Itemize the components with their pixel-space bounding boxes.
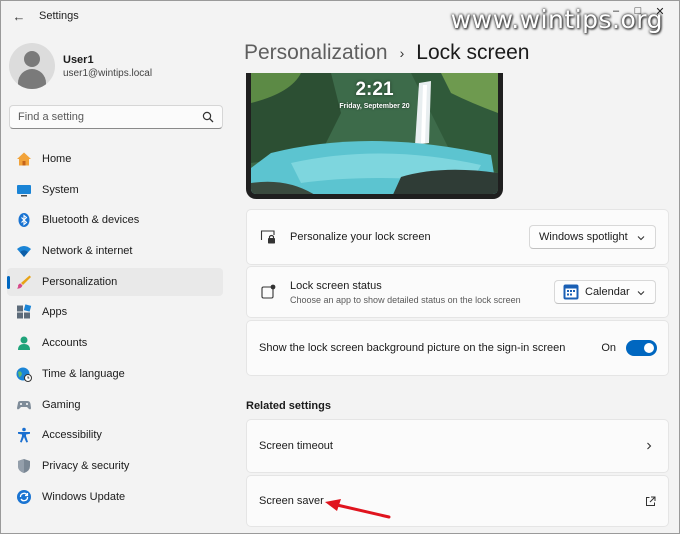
lock-screen-status-card: Lock screen status Choose an app to show… [246,266,669,318]
chevron-down-icon [637,291,645,296]
signin-background-card: Show the lock screen background picture … [246,320,669,376]
toggle-knob [644,343,654,353]
screen-saver-row[interactable]: Screen saver [246,475,669,527]
status-dropdown[interactable]: Calendar [554,280,656,304]
accessibility-icon [16,427,32,443]
page-title: Lock screen [416,41,530,64]
title-bar: ← Settings www.wintips.org – □ ✕ [1,1,679,34]
sidebar-item-apps[interactable]: Apps [7,298,223,326]
back-arrow-icon: ← [12,8,26,24]
accounts-icon [16,335,32,351]
signin-background-toggle[interactable] [626,340,657,356]
chevron-right-icon [647,442,652,450]
breadcrumb-parent[interactable]: Personalization [244,41,388,65]
personalize-lock-screen-card: Personalize your lock screen Windows spo… [246,209,669,265]
related-settings-heading: Related settings [246,400,331,412]
sidebar-item-accessibility[interactable]: Accessibility [7,421,223,449]
apps-icon [16,304,32,320]
breadcrumb: Personalization › Lock screen [244,41,530,65]
sidebar-item-personalization[interactable]: Personalization [7,267,223,296]
screen-saver-label: Screen saver [259,495,324,507]
minimize-button[interactable]: – [605,3,627,19]
app-title: Settings [39,10,79,22]
sidebar-item-label: Gaming [42,398,81,411]
annotation-arrow [325,499,391,519]
sidebar-item-system[interactable]: System [7,176,223,204]
brush-icon [16,274,32,290]
screen-timeout-row[interactable]: Screen timeout [246,419,669,473]
sidebar-item-label: Accessibility [42,429,102,442]
personalize-dropdown[interactable]: Windows spotlight [529,225,656,249]
globe-clock-icon [16,366,32,382]
sidebar-item-privacy-security[interactable]: Privacy & security [7,452,223,480]
back-button[interactable]: ← [5,2,33,30]
search-icon [202,111,214,123]
system-icon [16,182,32,198]
sidebar-item-label: Personalization [42,275,118,288]
lock-monitor-icon [260,229,276,245]
user-name: User1 [63,53,94,66]
signin-background-title: Show the lock screen background picture … [259,342,566,354]
sidebar-item-label: Bluetooth & devices [42,214,140,227]
window-controls: – □ ✕ [605,3,671,19]
chevron-down-icon [637,236,645,241]
update-icon [16,489,32,505]
search-box[interactable] [9,105,223,129]
search-input[interactable] [18,111,198,123]
personalize-title: Personalize your lock screen [290,231,431,243]
home-icon [16,151,32,167]
status-title: Lock screen status [290,279,382,292]
toggle-state-label: On [601,342,616,354]
sidebar-item-accounts[interactable]: Accounts [7,329,223,357]
sidebar-item-windows-update[interactable]: Windows Update [7,483,223,511]
sidebar-item-label: System [42,183,79,196]
breadcrumb-separator: › [399,45,405,61]
status-description: Choose an app to show detailed status on… [290,294,521,305]
avatar [9,43,55,89]
gamepad-icon [16,397,32,413]
status-icon [260,284,276,300]
sidebar-item-label: Network & internet [42,245,133,258]
personalize-dropdown-value: Windows spotlight [539,231,628,243]
sidebar-item-bluetooth[interactable]: Bluetooth & devices [7,206,223,234]
sidebar-item-gaming[interactable]: Gaming [7,391,223,419]
lock-screen-preview: 2:21 Friday, September 20 [246,73,503,199]
wifi-icon [16,243,32,259]
sidebar: User1 user1@wintips.local Home System Bl… [1,31,231,533]
calendar-icon [563,284,579,300]
sidebar-item-label: Accounts [42,337,88,350]
sidebar-item-time-language[interactable]: Time & language [7,360,223,388]
sidebar-nav: Home System Bluetooth & devices Network … [7,145,223,513]
bluetooth-icon [16,212,32,228]
sidebar-item-label: Time & language [42,367,125,380]
maximize-button[interactable]: □ [627,3,649,19]
sidebar-item-label: Windows Update [42,490,126,503]
user-email: user1@wintips.local [63,67,153,79]
sidebar-item-label: Apps [42,306,68,319]
preview-date: Friday, September 20 [339,103,410,110]
close-button[interactable]: ✕ [649,3,671,19]
screen-timeout-label: Screen timeout [259,440,333,452]
sidebar-item-home[interactable]: Home [7,145,223,173]
sidebar-item-network[interactable]: Network & internet [7,237,223,265]
status-dropdown-value: Calendar [585,286,630,298]
sidebar-item-label: Home [42,153,72,165]
shield-icon [16,458,32,474]
open-external-icon [646,496,656,506]
user-profile[interactable]: User1 user1@wintips.local [9,43,152,89]
sidebar-item-label: Privacy & security [42,459,130,472]
preview-clock: 2:21 [355,79,394,100]
